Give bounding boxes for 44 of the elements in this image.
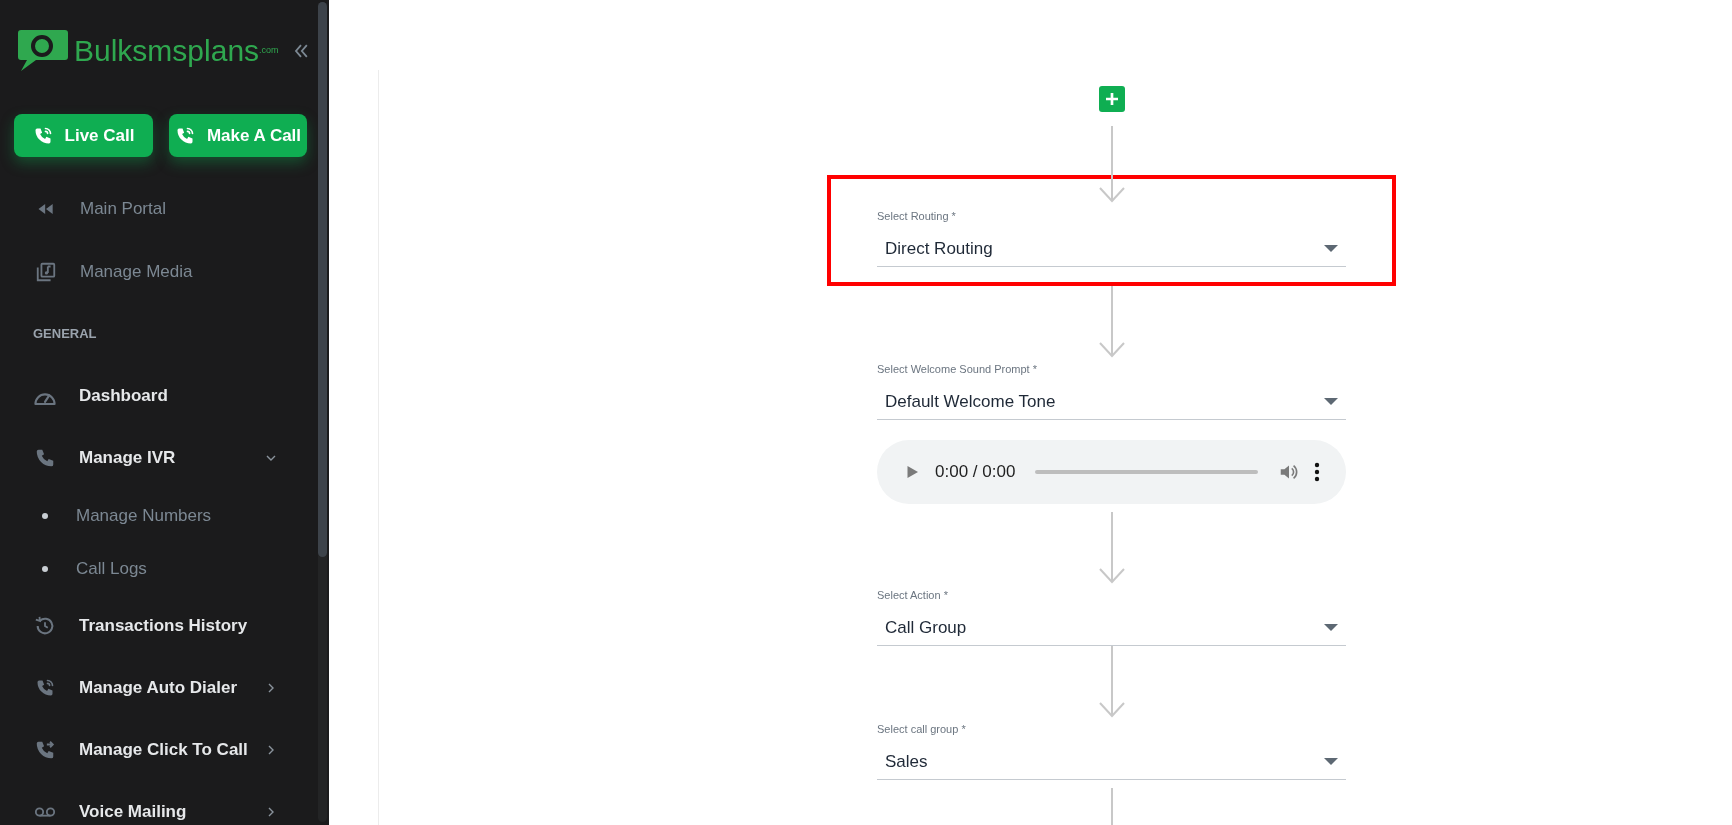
- audio-progress-track[interactable]: [1035, 470, 1258, 474]
- scrollbar-thumb[interactable]: [318, 2, 327, 557]
- select-field[interactable]: Direct Routing: [877, 231, 1346, 267]
- connector-arrow: [1097, 646, 1126, 718]
- logo-icon: [18, 30, 68, 72]
- music-library-icon: [35, 260, 57, 283]
- select-field[interactable]: Call Group: [877, 610, 1346, 646]
- field-label: Select call group *: [877, 722, 967, 736]
- field-label: Select Action *: [877, 588, 949, 602]
- connector-line: [1110, 788, 1113, 825]
- select-field[interactable]: Sales: [877, 744, 1346, 780]
- more-options-icon: [1314, 462, 1320, 482]
- sidebar-item[interactable]: Dashboard: [0, 365, 318, 427]
- sidebar-link[interactable]: Manage Media: [0, 240, 318, 303]
- connector-arrow: [1097, 286, 1126, 358]
- field-label: Select Routing *: [877, 209, 957, 223]
- sidebar-subitem[interactable]: Call Logs: [0, 542, 318, 595]
- bullet-icon: [42, 565, 48, 572]
- add-button[interactable]: [1098, 86, 1125, 112]
- sidebar-item[interactable]: Transactions History: [0, 595, 318, 657]
- sidebar-item[interactable]: Voice Mailing: [0, 781, 318, 825]
- sidebar-item[interactable]: Manage Auto Dialer: [0, 657, 318, 719]
- phone-icon: [34, 447, 56, 469]
- field-label: Select Welcome Sound Prompt *: [877, 362, 1038, 376]
- history-icon: [34, 615, 56, 637]
- logo-text: Bulksmsplans: [74, 36, 260, 66]
- connector-arrow: [1097, 512, 1126, 584]
- phone-forward-icon: [34, 739, 56, 761]
- caret-down-icon: [1324, 397, 1338, 406]
- bullet-icon: [42, 512, 48, 519]
- select-field[interactable]: Default Welcome Tone: [877, 384, 1346, 420]
- sidebar-subitem[interactable]: Manage Numbers: [0, 489, 318, 542]
- sidebar-item[interactable]: Manage Click To Call: [0, 719, 318, 781]
- audio-player[interactable]: 0:00 / 0:00: [877, 440, 1346, 504]
- phone-signal-icon: [35, 678, 55, 698]
- sidebar-item[interactable]: Manage IVR: [0, 427, 318, 489]
- audio-time: 0:00 / 0:00: [935, 461, 1016, 484]
- logo-suffix: .com: [259, 45, 279, 56]
- caret-down-icon: [1324, 757, 1338, 766]
- sidebar-link[interactable]: Main Portal: [0, 177, 318, 240]
- section-heading: GENERAL: [33, 325, 97, 344]
- caret-down-icon: [1324, 623, 1338, 632]
- caret-down-icon: [1324, 244, 1338, 253]
- plus-icon: [1103, 91, 1120, 107]
